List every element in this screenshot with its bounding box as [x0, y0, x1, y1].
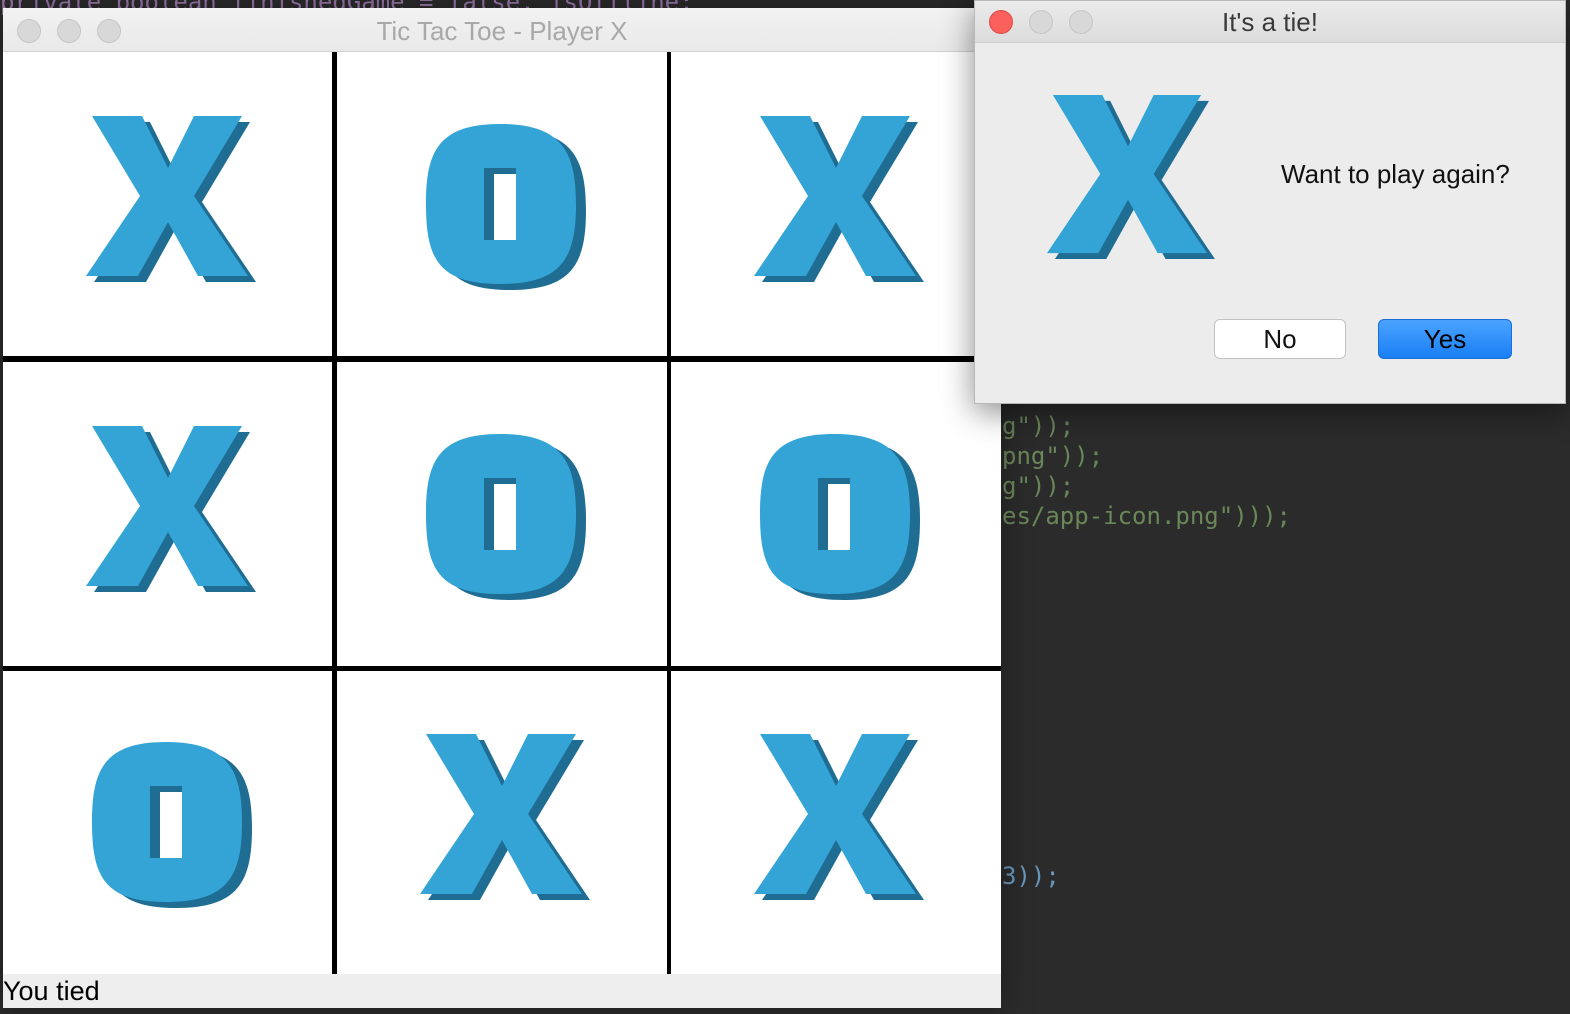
x-piece-icon [746, 112, 926, 297]
x-piece-icon [1037, 91, 1219, 259]
o-piece-icon [412, 112, 592, 297]
dialog-message: Want to play again? [1281, 159, 1510, 189]
x-piece-icon [746, 730, 926, 915]
board-cell-0-0[interactable] [3, 52, 332, 356]
o-piece-icon [746, 422, 926, 607]
board-cell-2-0[interactable] [3, 671, 332, 974]
board-cell-0-2[interactable] [671, 52, 1001, 356]
x-piece-icon [78, 112, 258, 297]
o-piece-icon [412, 422, 592, 607]
status-text: You tied [3, 976, 100, 1006]
tie-dialog: It's a tie! Want to play again? No Yes [974, 0, 1566, 404]
game-board [3, 52, 1001, 974]
board-cell-2-1[interactable] [337, 671, 667, 974]
board-cell-1-1[interactable] [337, 362, 667, 666]
code-line: png")); [1002, 442, 1104, 470]
dialog-title: It's a tie! [1221, 7, 1318, 37]
no-button[interactable]: No [1214, 319, 1346, 359]
yes-button[interactable]: Yes [1378, 319, 1512, 359]
board-cell-0-1[interactable] [337, 52, 667, 356]
code-line: es/app-icon.png"))); [1002, 502, 1291, 530]
game-window: Tic Tac Toe - Player X You tied [3, 8, 1001, 1008]
status-bar: You tied [3, 974, 1001, 1008]
x-piece-icon [78, 422, 258, 607]
board-cell-2-2[interactable] [671, 671, 1001, 974]
board-cell-1-0[interactable] [3, 362, 332, 666]
game-window-titlebar[interactable]: Tic Tac Toe - Player X [3, 8, 1001, 52]
o-piece-icon [78, 730, 258, 915]
dialog-titlebar[interactable]: It's a tie! [975, 1, 1565, 43]
code-line: g")); [1002, 412, 1075, 440]
code-line: 3)); [1002, 862, 1060, 890]
code-line: g")); [1002, 472, 1075, 500]
board-cell-1-2[interactable] [671, 362, 1001, 666]
game-window-title: Tic Tac Toe - Player X [376, 16, 628, 46]
x-piece-icon [412, 730, 592, 915]
